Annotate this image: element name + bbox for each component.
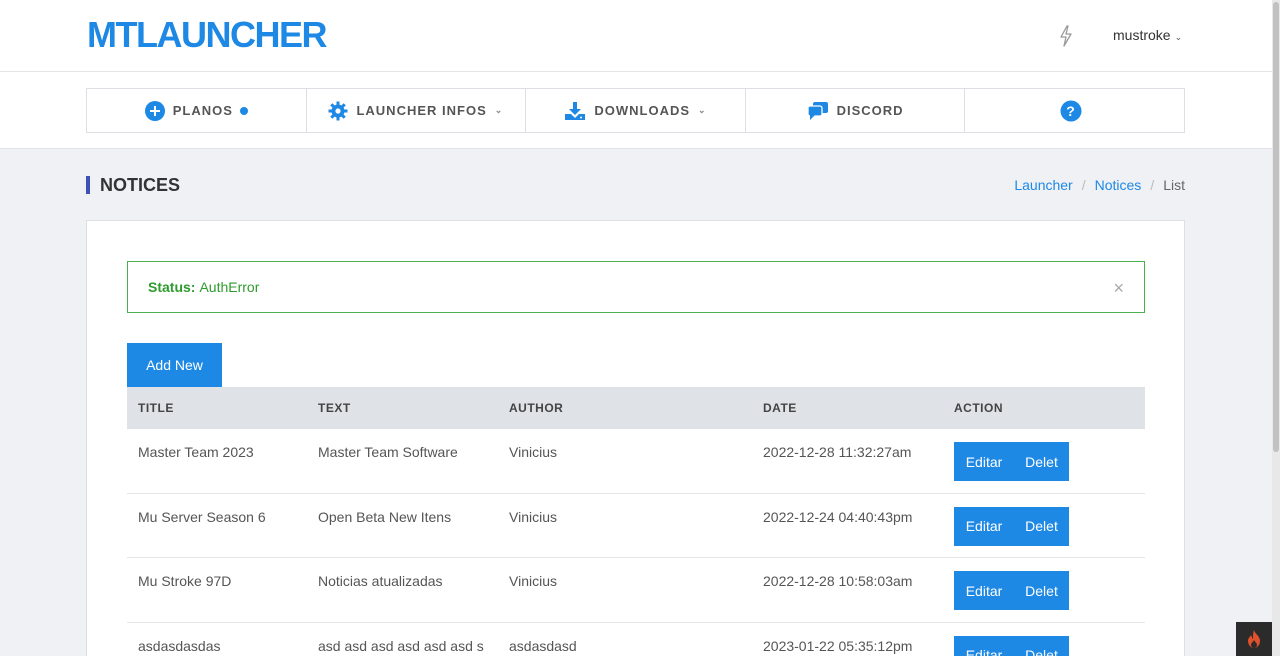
breadcrumb-launcher[interactable]: Launcher [1014, 177, 1072, 193]
nav-discord-label: DISCORD [836, 103, 904, 118]
edit-button[interactable]: Editar [954, 506, 1014, 546]
cell-actions: Editar Delet [954, 623, 1145, 656]
page-title: NOTICES [100, 175, 181, 195]
nav-downloads-label: DOWNLOADS [594, 103, 691, 118]
fire-icon[interactable] [1236, 622, 1272, 656]
nav-launcher-infos-label: LAUNCHER INFOS [356, 103, 487, 118]
nav-planos-label: PLANOS [172, 103, 233, 118]
delete-button[interactable]: Delet [1014, 442, 1069, 481]
cell-actions: Editar Delet [954, 494, 1145, 546]
cell-text: Master Team Software [318, 444, 458, 460]
breadcrumb: Launcher / Notices / List [1014, 177, 1185, 193]
cell-title: Master Team 2023 [138, 444, 254, 460]
column-header: AUTHOR [509, 401, 564, 415]
cell-date: 2022-12-24 04:40:43pm [763, 508, 913, 525]
cell-title: Mu Server Season 6 [138, 508, 266, 525]
cell-date: 2022-12-28 11:32:27am [763, 444, 912, 460]
scrollbar[interactable] [1272, 0, 1280, 656]
table-header: TITLE TEXT AUTHOR DATE ACTION [127, 387, 1145, 429]
breadcrumb-separator: / [1150, 177, 1155, 193]
title-accent [86, 176, 90, 194]
main-nav: PLANOS LAUNCHER INFOS ⌄ DOWNLOADS ⌄ DISC… [86, 88, 1185, 133]
top-bar: MTLAUNCHER mustroke ⌄ [0, 0, 1272, 72]
table-row: Mu Server Season 6 Open Beta New Itens V… [127, 494, 1145, 558]
delete-button[interactable]: Delet [1014, 635, 1069, 656]
cell-text: Noticias atualizadas [318, 573, 443, 589]
content-card: Status: AuthError × Add New TITLE TEXT A… [86, 220, 1185, 656]
nav-downloads[interactable]: DOWNLOADS ⌄ [526, 89, 746, 132]
nav-launcher-infos[interactable]: LAUNCHER INFOS ⌄ [307, 89, 527, 132]
user-menu[interactable]: mustroke ⌄ [1113, 27, 1182, 43]
alert-value: AuthError [199, 279, 260, 295]
column-header: TEXT [318, 401, 351, 415]
cell-author: Vinicius [509, 508, 557, 525]
page-header: NOTICES Launcher / Notices / List [86, 175, 1185, 195]
table-row: asdasdasdas asd asd asd asd asd asd s as… [127, 623, 1145, 656]
chevron-down-icon: ⌄ [494, 105, 504, 115]
lightning-icon[interactable] [1058, 25, 1074, 47]
chevron-down-icon: ⌄ [1174, 32, 1183, 42]
cell-author: Vinicius [509, 573, 557, 589]
username: mustroke [1113, 27, 1171, 43]
delete-button[interactable]: Delet [1014, 571, 1069, 610]
cell-actions: Editar Delet [954, 558, 1145, 610]
scrollbar-thumb[interactable] [1273, 2, 1279, 452]
nav-help[interactable]: ? [965, 89, 1184, 132]
cell-text: asd asd asd asd asd asd s [318, 637, 484, 654]
cell-author: asdasdasd [509, 637, 577, 654]
notification-dot [239, 106, 248, 115]
help-icon: ? [1060, 100, 1082, 121]
cell-date: 2022-12-28 10:58:03am [763, 573, 913, 589]
add-new-button[interactable]: Add New [127, 343, 222, 387]
nav-planos[interactable]: PLANOS [87, 89, 307, 132]
notices-table: TITLE TEXT AUTHOR DATE ACTION Master Tea… [127, 387, 1145, 656]
edit-button[interactable]: Editar [954, 571, 1014, 610]
cell-actions: Editar Delet [954, 429, 1145, 481]
cell-date: 2023-01-22 05:35:12pm [763, 637, 913, 654]
close-icon[interactable]: × [1113, 278, 1124, 299]
gear-icon [328, 101, 348, 120]
nav-bar: PLANOS LAUNCHER INFOS ⌄ DOWNLOADS ⌄ DISC… [0, 72, 1272, 149]
download-icon [565, 101, 586, 120]
table-row: Mu Stroke 97D Noticias atualizadas Vinic… [127, 558, 1145, 623]
delete-button[interactable]: Delet [1014, 506, 1069, 546]
column-header: DATE [763, 401, 797, 415]
cell-author: Vinicius [509, 444, 557, 460]
breadcrumb-separator: / [1081, 177, 1086, 193]
table-row: Master Team 2023 Master Team Software Vi… [127, 429, 1145, 494]
column-header: ACTION [954, 401, 1003, 415]
status-alert: Status: AuthError × [127, 261, 1145, 313]
chevron-down-icon: ⌄ [698, 105, 707, 115]
alert-label: Status: [148, 279, 196, 295]
edit-button[interactable]: Editar [954, 635, 1014, 656]
plus-circle-icon [144, 100, 165, 121]
cell-title: Mu Stroke 97D [138, 573, 232, 589]
logo[interactable]: MTLAUNCHER [87, 14, 327, 56]
cell-text: Open Beta New Itens [318, 508, 452, 525]
edit-button[interactable]: Editar [954, 442, 1014, 481]
nav-discord[interactable]: DISCORD [746, 89, 966, 132]
chat-icon [806, 101, 828, 120]
column-header: TITLE [138, 401, 174, 415]
svg-text:?: ? [1066, 103, 1076, 119]
breadcrumb-current: List [1163, 177, 1185, 193]
cell-title: asdasdasdas [138, 637, 221, 654]
breadcrumb-notices[interactable]: Notices [1095, 177, 1142, 193]
